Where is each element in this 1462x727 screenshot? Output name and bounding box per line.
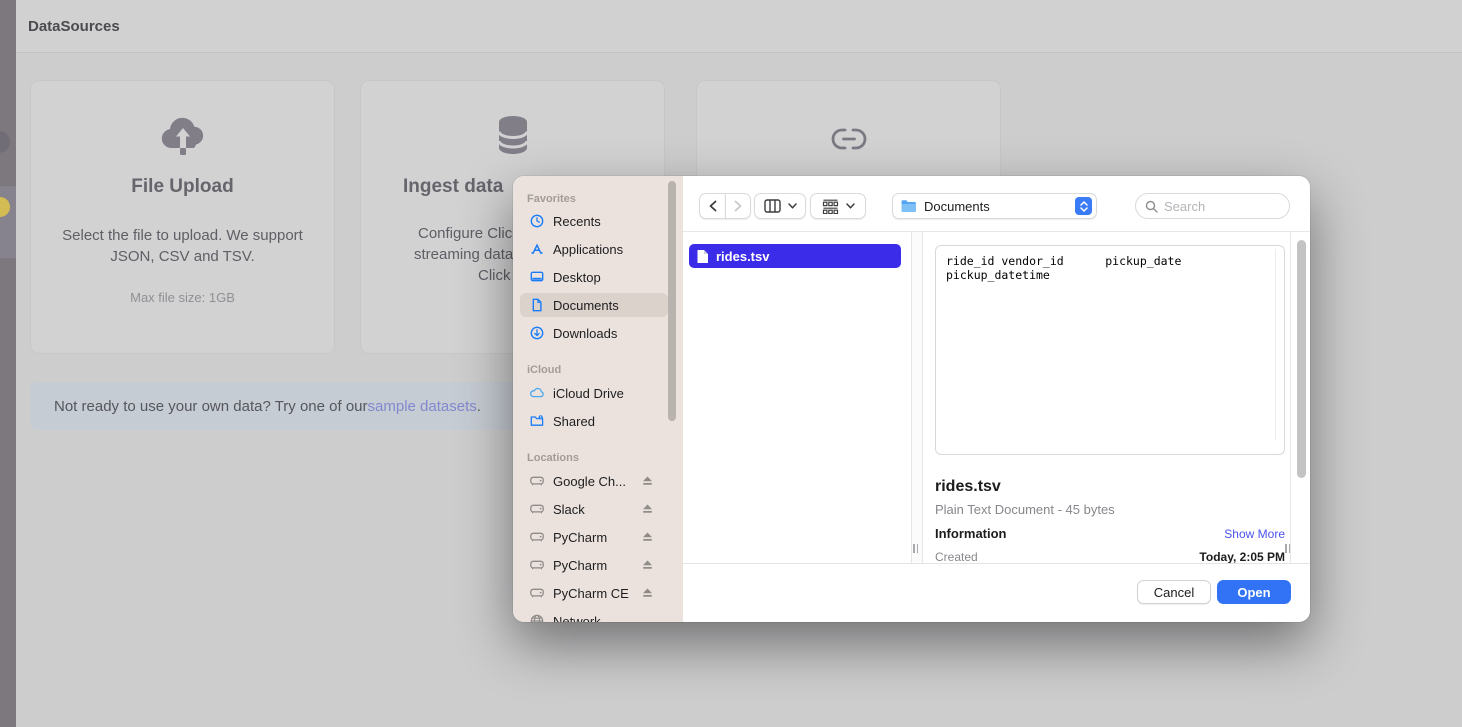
preview-file-name: rides.tsv xyxy=(935,478,1001,496)
card-desc-fragment: Click xyxy=(478,267,511,284)
disk-icon xyxy=(529,529,545,545)
sidebar-scrollbar[interactable] xyxy=(668,181,676,421)
document-icon xyxy=(529,297,545,313)
section-label-icloud: iCloud xyxy=(527,364,561,376)
show-more-link[interactable]: Show More xyxy=(1224,527,1285,541)
shared-folder-icon xyxy=(529,413,545,429)
disk-icon xyxy=(529,585,545,601)
file-preview-content: ride_id vendor_id pickup_datepickup_date… xyxy=(946,254,1181,282)
card-desc-fragment: Configure Clic xyxy=(418,225,512,242)
footer-divider xyxy=(683,563,1310,564)
screen: DataSources File Upload Select the file … xyxy=(0,0,1462,727)
file-row-rides-tsv[interactable]: rides.tsv xyxy=(689,244,901,268)
current-folder-label: Documents xyxy=(924,199,1075,214)
sidebar-item-network[interactable]: Network xyxy=(520,609,668,622)
sidebar-item-google-chrome[interactable]: Google Ch... xyxy=(520,469,668,493)
eject-icon[interactable] xyxy=(641,587,654,599)
cancel-button[interactable]: Cancel xyxy=(1137,580,1211,604)
group-view-icon xyxy=(822,199,839,214)
sidebar-item-pycharm[interactable]: PyCharm xyxy=(520,525,668,549)
column-view-button[interactable] xyxy=(754,193,806,219)
popup-stepper-icon xyxy=(1075,197,1092,215)
download-icon xyxy=(529,325,545,341)
collapsed-app-sidebar xyxy=(0,0,16,727)
toolbar-divider xyxy=(683,231,1310,232)
file-open-dialog: Favorites Recents Applications Desktop D… xyxy=(513,176,1310,622)
search-icon xyxy=(1145,200,1158,213)
card-description: Select the file to upload. We support JS… xyxy=(31,225,334,267)
column-divider[interactable] xyxy=(911,232,923,563)
created-label: Created xyxy=(935,550,978,564)
column-view-icon xyxy=(764,199,781,213)
sidebar-item-icloud-drive[interactable]: iCloud Drive xyxy=(520,381,668,405)
sidebar-item-documents[interactable]: Documents xyxy=(520,293,668,317)
disk-icon xyxy=(529,473,545,489)
information-label: Information xyxy=(935,526,1007,541)
globe-icon xyxy=(529,613,545,622)
eject-icon[interactable] xyxy=(641,503,654,515)
column-resize-handle[interactable] xyxy=(913,544,921,553)
dialog-sidebar: Favorites Recents Applications Desktop D… xyxy=(513,176,683,622)
preview-scrollbar-track xyxy=(1275,249,1276,440)
card-title: File Upload xyxy=(31,176,334,198)
page-title: DataSources xyxy=(28,18,120,35)
current-folder-popup[interactable]: Documents xyxy=(892,193,1097,219)
sidebar-item-pycharm-ce[interactable]: PyCharm CE xyxy=(520,581,668,605)
search-input[interactable] xyxy=(1164,199,1274,214)
eject-icon[interactable] xyxy=(641,475,654,487)
section-label-favorites: Favorites xyxy=(527,193,576,205)
card-title-fragment: Ingest data xyxy=(403,176,503,198)
search-field[interactable] xyxy=(1135,193,1290,219)
chevron-down-icon xyxy=(846,203,855,209)
sidebar-item-desktop[interactable]: Desktop xyxy=(520,265,668,289)
chevron-right-icon xyxy=(733,200,743,212)
sidebar-avatar-shape xyxy=(0,131,10,153)
file-icon xyxy=(696,249,709,264)
banner-text: Not ready to use your own data? Try one … xyxy=(54,398,368,415)
file-upload-card[interactable]: File Upload Select the file to upload. W… xyxy=(30,80,335,354)
dialog-scrollbar[interactable] xyxy=(1297,240,1306,478)
page-header: DataSources xyxy=(16,0,1462,53)
database-icon xyxy=(361,115,664,157)
sidebar-item-pycharm-2[interactable]: PyCharm xyxy=(520,553,668,577)
section-label-locations: Locations xyxy=(527,452,579,464)
cloud-icon xyxy=(529,385,545,401)
sidebar-item-shared[interactable]: Shared xyxy=(520,409,668,433)
forward-button[interactable] xyxy=(725,193,751,219)
sidebar-item-downloads[interactable]: Downloads xyxy=(520,321,668,345)
card-note: Max file size: 1GB xyxy=(31,290,334,305)
cloud-upload-icon xyxy=(31,115,334,163)
eject-icon[interactable] xyxy=(641,531,654,543)
back-button[interactable] xyxy=(699,193,725,219)
chevron-down-icon xyxy=(788,203,797,209)
disk-icon xyxy=(529,557,545,573)
sidebar-item-slack[interactable]: Slack xyxy=(520,497,668,521)
disk-icon xyxy=(529,501,545,517)
column-resize-handle[interactable] xyxy=(1285,544,1293,553)
clock-icon xyxy=(529,213,545,229)
card-desc-fragment: streaming data xyxy=(414,246,513,263)
preview-file-kind: Plain Text Document - 45 bytes xyxy=(935,502,1115,517)
file-preview-box: ride_id vendor_id pickup_datepickup_date… xyxy=(935,245,1285,455)
chevron-left-icon xyxy=(708,200,718,212)
folder-icon xyxy=(900,199,917,213)
appstore-icon xyxy=(529,241,545,257)
open-button[interactable]: Open xyxy=(1217,580,1291,604)
sample-datasets-link[interactable]: sample datasets xyxy=(368,398,477,415)
created-value: Today, 2:05 PM xyxy=(1199,550,1285,564)
right-column-divider xyxy=(1290,232,1291,563)
sidebar-item-applications[interactable]: Applications xyxy=(520,237,668,261)
desktop-icon xyxy=(529,269,545,285)
eject-icon[interactable] xyxy=(641,559,654,571)
sidebar-item-recents[interactable]: Recents xyxy=(520,209,668,233)
group-view-button[interactable] xyxy=(810,193,866,219)
link-icon xyxy=(697,126,1000,152)
